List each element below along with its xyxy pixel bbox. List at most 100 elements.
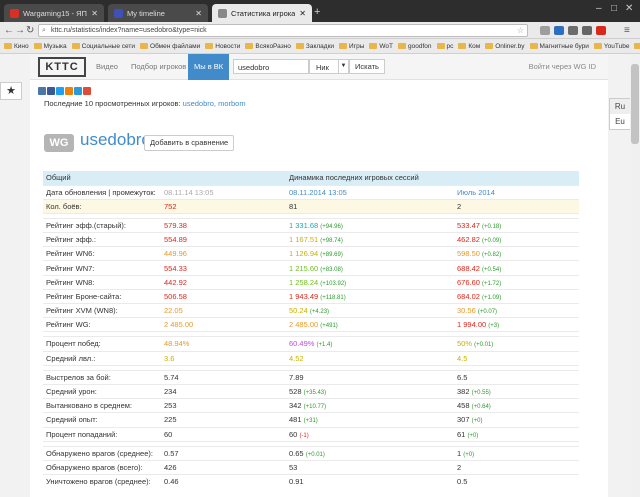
close-tab-icon[interactable]: ✕ — [91, 9, 98, 18]
search-button[interactable]: Искать — [349, 59, 385, 74]
page-info-icon[interactable]: ⌕ — [42, 25, 46, 36]
nav-player-search[interactable]: Подбор игроков — [131, 62, 186, 71]
session-value: 1 215.60 (+83.08) — [286, 260, 454, 276]
bookmark-item[interactable]: ВсякоРазно — [245, 43, 291, 50]
site-logo[interactable]: KTTC — [38, 57, 86, 77]
month-value: 1 (+0) — [454, 445, 579, 461]
maximize-icon[interactable]: □ — [611, 3, 617, 14]
bookmark-item[interactable]: Новости — [205, 43, 240, 50]
close-tab-icon[interactable]: ✕ — [299, 9, 306, 18]
header-blank — [161, 171, 286, 185]
extension-icon[interactable] — [596, 26, 606, 35]
search-type-select[interactable]: Ник ▼ — [309, 59, 349, 74]
menu-icon[interactable]: ≡ — [624, 25, 630, 36]
bookmark-label: Закладки — [305, 42, 335, 50]
lang-eu[interactable]: Eu — [610, 114, 630, 129]
delta: (+0) — [471, 418, 483, 425]
search-input[interactable]: usedobro — [233, 59, 309, 74]
table-row: Рейтинг Броне-сайта: 506.58 1 943.49 (+118… — [43, 288, 579, 304]
bookmark-item[interactable]: Обмен файлами — [140, 43, 200, 50]
bookmark-item[interactable]: YouTube — [593, 43, 629, 50]
bookmark-item[interactable]: Кино — [4, 43, 29, 50]
extension-icon[interactable] — [540, 26, 550, 35]
wg-badge: WG — [44, 134, 74, 152]
share-icon[interactable] — [47, 87, 55, 95]
overall-value: 3.6 — [161, 350, 286, 366]
share-icon[interactable] — [65, 87, 73, 95]
row-label: Рейтинг WN6: — [43, 246, 161, 261]
row-label: Средний лвл.: — [43, 350, 161, 366]
minimize-icon[interactable]: – — [596, 3, 602, 14]
overall-value: 2 485.00 — [161, 317, 286, 332]
table-row: Средний лвл.: 3.6 4.52 4.5 — [43, 350, 579, 366]
overall-value: 426 — [161, 459, 286, 475]
row-label: Рейтинг WN8: — [43, 274, 161, 290]
browser-tab[interactable]: Wargaming15 - ЯПлакалъ ✕ — [4, 4, 104, 22]
delta: (+0.54) — [482, 266, 502, 273]
extension-icon[interactable] — [582, 26, 592, 35]
left-gutter — [0, 54, 30, 497]
extension-icon[interactable] — [568, 26, 578, 35]
overall-value: 554.89 — [161, 232, 286, 247]
delta: (+0.82) — [482, 252, 502, 259]
bookmark-item[interactable]: Onliner.by — [485, 43, 525, 50]
bookmark-item[interactable]: goodfon — [398, 43, 432, 50]
bookmark-item[interactable]: Ком — [458, 43, 480, 50]
scrollbar-thumb[interactable] — [631, 64, 639, 144]
share-icon[interactable] — [74, 87, 82, 95]
wg-login-link[interactable]: Войти через WG ID — [529, 62, 596, 71]
nav-video[interactable]: Видео — [96, 62, 118, 71]
table-row: Выстрелов за бой: 5.74 7.89 6.5 — [43, 369, 579, 385]
bookmark-item[interactable]: Музыка — [33, 42, 67, 50]
bookmark-item[interactable]: WoT — [369, 43, 393, 50]
browser-tab[interactable]: My timeline ✕ — [108, 4, 208, 22]
value: 688.42 — [457, 263, 480, 273]
forward-icon[interactable]: → — [15, 25, 25, 36]
bookmark-label: Обмен файлами — [150, 42, 201, 50]
lang-ru[interactable]: Ru — [610, 99, 630, 114]
extension-icon[interactable] — [554, 26, 564, 35]
bookmark-star-icon[interactable]: ☆ — [517, 25, 524, 36]
share-icon[interactable] — [56, 87, 64, 95]
bookmark-label: Игры — [349, 42, 365, 50]
bookmark-label: Музыка — [43, 42, 67, 50]
value: 0.91 — [289, 477, 304, 487]
delta: (+1.09) — [482, 294, 502, 301]
row-label: Рейтинг эфф.: — [43, 232, 161, 247]
new-tab-button[interactable]: + — [314, 6, 320, 18]
month-value: 4.5 — [454, 350, 579, 366]
bookmark-item[interactable]: pc — [436, 42, 454, 50]
overall-value: 0.46 — [161, 474, 286, 489]
bookmark-item[interactable]: Закладки — [295, 42, 335, 50]
bookmark-label: Магнитные бури — [539, 42, 589, 50]
share-icon[interactable] — [38, 87, 46, 95]
tab-title: Wargaming15 - ЯПлакалъ — [23, 8, 87, 18]
value: 342 — [289, 401, 302, 411]
reload-icon[interactable]: ↻ — [26, 25, 34, 36]
folder-icon — [398, 43, 406, 49]
close-tab-icon[interactable]: ✕ — [195, 9, 202, 18]
row-label: Процент попаданий: — [43, 426, 161, 442]
nav-vk[interactable]: Мы в ВК — [188, 54, 230, 80]
bookmark-item[interactable]: Origin — [634, 43, 640, 50]
delta: (+94.96) — [320, 223, 343, 230]
url-input[interactable]: ⌕ kttc.ru/statistics/index?name=usedobro… — [38, 24, 528, 37]
favorite-star-icon[interactable]: ★ — [0, 82, 22, 100]
value: 2 — [457, 201, 462, 211]
add-to-compare-button[interactable]: Добавить в сравнение — [144, 135, 235, 151]
bookmark-item[interactable]: Игры — [339, 43, 364, 50]
delta: (+0.01) — [474, 342, 494, 349]
share-icon[interactable] — [83, 87, 91, 95]
month-value: 458 (+0.64) — [454, 398, 579, 413]
browser-tab[interactable]: Статистика игрока usedobro✕ — [212, 4, 312, 22]
folder-icon — [634, 43, 640, 49]
back-icon[interactable]: ← — [4, 25, 14, 36]
bookmark-label: pc — [446, 42, 454, 50]
session-value: 53 — [286, 459, 454, 475]
bookmark-item[interactable]: Магнитные бури — [529, 42, 589, 50]
recent-player-links[interactable]: usedobro, morbom — [183, 99, 246, 108]
value: 1 215.60 — [289, 263, 319, 273]
bookmark-item[interactable]: Социальные сети — [71, 43, 135, 50]
close-window-icon[interactable]: ✕ — [625, 3, 633, 14]
delta: (-1) — [299, 432, 309, 439]
